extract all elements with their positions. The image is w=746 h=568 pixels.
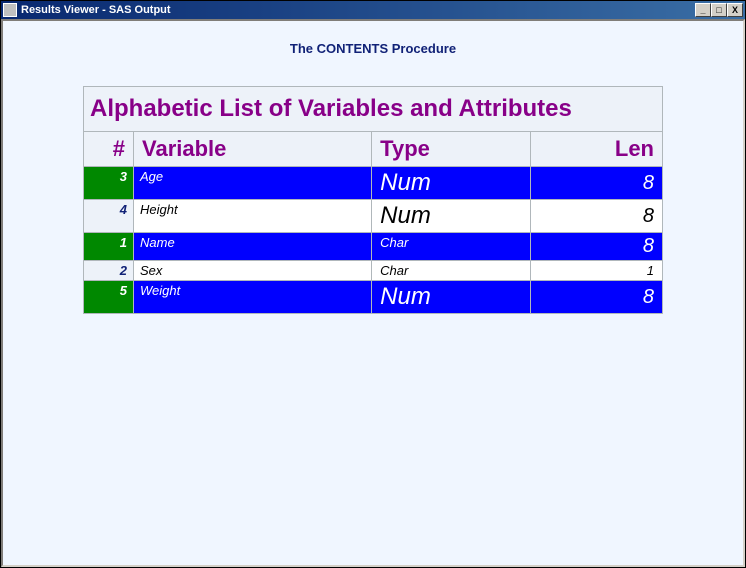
- cell-num: 3: [84, 167, 134, 200]
- table-row: 4HeightNum8: [84, 200, 663, 233]
- window-controls: _ □ X: [695, 3, 743, 17]
- cell-type: Num: [372, 167, 531, 200]
- cell-len: 1: [531, 261, 663, 281]
- cell-type: Num: [372, 281, 531, 314]
- window-title: Results Viewer - SAS Output: [21, 4, 695, 16]
- cell-len: 8: [531, 233, 663, 261]
- close-button[interactable]: X: [727, 3, 743, 17]
- table-caption: Alphabetic List of Variables and Attribu…: [84, 87, 663, 132]
- table-row: 5WeightNum8: [84, 281, 663, 314]
- variables-table: Alphabetic List of Variables and Attribu…: [83, 86, 663, 314]
- header-type: Type: [372, 132, 531, 167]
- header-num: #: [84, 132, 134, 167]
- titlebar: Results Viewer - SAS Output _ □ X: [1, 1, 745, 19]
- cell-len: 8: [531, 167, 663, 200]
- cell-num: 5: [84, 281, 134, 314]
- cell-len: 8: [531, 281, 663, 314]
- table-header-row: # Variable Type Len: [84, 132, 663, 167]
- cell-variable: Age: [134, 167, 372, 200]
- results-viewer-window: Results Viewer - SAS Output _ □ X The CO…: [0, 0, 746, 568]
- cell-variable: Weight: [134, 281, 372, 314]
- cell-len: 8: [531, 200, 663, 233]
- cell-type: Char: [372, 233, 531, 261]
- table-container: Alphabetic List of Variables and Attribu…: [11, 86, 735, 314]
- cell-num: 2: [84, 261, 134, 281]
- header-len: Len: [531, 132, 663, 167]
- maximize-button[interactable]: □: [711, 3, 727, 17]
- content-area: The CONTENTS Procedure Alphabetic List o…: [1, 19, 745, 567]
- cell-variable: Sex: [134, 261, 372, 281]
- cell-num: 1: [84, 233, 134, 261]
- procedure-title: The CONTENTS Procedure: [11, 41, 735, 56]
- cell-num: 4: [84, 200, 134, 233]
- minimize-button[interactable]: _: [695, 3, 711, 17]
- table-row: 3AgeNum8: [84, 167, 663, 200]
- cell-variable: Height: [134, 200, 372, 233]
- table-row: 2SexChar1: [84, 261, 663, 281]
- table-row: 1NameChar8: [84, 233, 663, 261]
- cell-type: Char: [372, 261, 531, 281]
- cell-type: Num: [372, 200, 531, 233]
- cell-variable: Name: [134, 233, 372, 261]
- app-icon: [3, 3, 17, 17]
- header-variable: Variable: [134, 132, 372, 167]
